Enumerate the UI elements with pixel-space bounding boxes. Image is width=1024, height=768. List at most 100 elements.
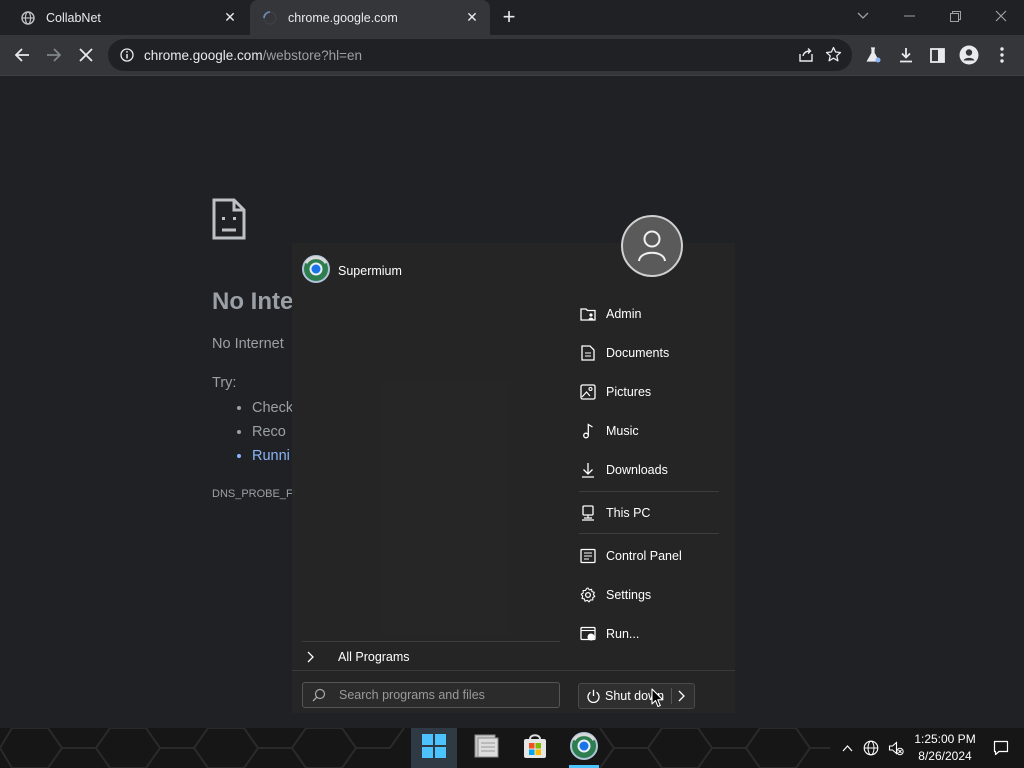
- start-item-label: Run...: [606, 627, 640, 641]
- try-label: Try:: [212, 375, 237, 391]
- forward-button[interactable]: [39, 40, 69, 70]
- program-search-box[interactable]: [302, 682, 560, 708]
- more-menu-icon[interactable]: [987, 40, 1017, 70]
- profile-icon[interactable]: [954, 40, 984, 70]
- all-programs-label: All Programs: [338, 650, 410, 664]
- search-icon: [307, 688, 331, 702]
- close-tab-icon[interactable]: ✕: [462, 8, 482, 28]
- document-icon: [579, 344, 597, 362]
- start-item-label: This PC: [606, 506, 651, 520]
- gear-icon: [579, 586, 597, 604]
- user-folder-icon: [579, 305, 597, 323]
- show-hidden-icons-chevron-icon[interactable]: [838, 728, 856, 768]
- clock-date: 8/26/2024: [918, 749, 972, 763]
- picture-icon: [579, 383, 597, 401]
- stop-loading-button[interactable]: [71, 40, 101, 70]
- power-icon: [581, 689, 605, 704]
- clock-time: 1:25:00 PM: [914, 732, 976, 746]
- menu-divider: [579, 491, 719, 492]
- run-icon: [579, 625, 597, 643]
- volume-muted-icon[interactable]: [885, 728, 907, 768]
- windows-logo-icon: [421, 733, 447, 764]
- labs-flask-icon[interactable]: [858, 40, 888, 70]
- notification-center-icon[interactable]: [989, 728, 1013, 768]
- start-item-label: Documents: [606, 346, 670, 360]
- start-item-music[interactable]: Music: [579, 418, 639, 444]
- address-bar[interactable]: chrome.google.com/webstore?hl=en: [108, 39, 852, 71]
- start-menu: Supermium Admin Documents Pictures Music…: [292, 215, 735, 713]
- start-item-run[interactable]: Run...: [579, 621, 639, 647]
- tab-chrome-google[interactable]: chrome.google.com ✕: [250, 0, 490, 35]
- suggestion-link[interactable]: Runni: [252, 444, 293, 468]
- chevron-right-icon[interactable]: [678, 690, 685, 702]
- suggestion-list: Check Reco Runni: [212, 396, 293, 468]
- supermium-logo-icon: [570, 731, 598, 765]
- url-text: chrome.google.com/webstore?hl=en: [144, 48, 362, 63]
- restore-button[interactable]: [932, 0, 978, 32]
- start-item-admin[interactable]: Admin: [579, 301, 641, 327]
- suggestion-item: Reco: [252, 420, 293, 444]
- control-panel-icon: [579, 547, 597, 565]
- share-icon[interactable]: [798, 47, 814, 68]
- start-item-settings[interactable]: Settings: [579, 582, 651, 608]
- start-item-documents[interactable]: Documents: [579, 340, 669, 366]
- error-title: No Inte: [212, 288, 294, 315]
- all-programs-button[interactable]: All Programs: [302, 646, 410, 668]
- new-tab-button[interactable]: +: [498, 6, 520, 28]
- supermium-logo-icon: [302, 255, 330, 286]
- taskbar-file-explorer[interactable]: [463, 728, 509, 768]
- start-item-label: Control Panel: [606, 549, 682, 563]
- close-window-button[interactable]: [978, 0, 1024, 32]
- chevron-right-icon: [302, 651, 318, 663]
- shutdown-separator: [671, 688, 672, 704]
- menu-divider: [292, 670, 735, 671]
- start-item-this-pc[interactable]: This PC: [579, 500, 650, 526]
- music-note-icon: [579, 422, 597, 440]
- pinned-app-supermium[interactable]: Supermium: [302, 255, 402, 286]
- computer-icon: [579, 504, 597, 522]
- system-clock[interactable]: 1:25:00 PM 8/26/2024: [907, 731, 983, 765]
- error-subtitle: No Internet: [212, 336, 284, 352]
- start-item-label: Music: [606, 424, 639, 438]
- start-item-pictures[interactable]: Pictures: [579, 379, 651, 405]
- browser-toolbar: chrome.google.com/webstore?hl=en: [0, 35, 1024, 76]
- suggestion-item: Check: [252, 396, 293, 420]
- sad-document-icon: [212, 198, 246, 245]
- url-host: chrome.google.com: [144, 47, 263, 63]
- mouse-cursor-icon: [651, 688, 664, 713]
- start-button[interactable]: [411, 728, 457, 768]
- back-button[interactable]: [7, 40, 37, 70]
- pinned-app-label: Supermium: [338, 263, 402, 278]
- start-item-label: Admin: [606, 307, 642, 321]
- bookmark-star-icon[interactable]: [825, 46, 842, 68]
- taskbar: 1:25:00 PM 8/26/2024: [0, 728, 1024, 768]
- search-input[interactable]: [337, 687, 551, 703]
- minimize-button[interactable]: [886, 0, 932, 32]
- download-icon[interactable]: [891, 40, 921, 70]
- menu-divider: [579, 533, 719, 534]
- tab-search-chevron-icon[interactable]: [840, 0, 886, 32]
- tab-collabnet[interactable]: CollabNet ✕: [8, 0, 248, 35]
- side-panel-icon[interactable]: [922, 40, 952, 70]
- site-info-icon[interactable]: [118, 46, 136, 64]
- store-bag-icon: [521, 732, 549, 765]
- tab-title: chrome.google.com: [288, 10, 398, 25]
- error-code: DNS_PROBE_FI: [212, 488, 296, 500]
- user-avatar[interactable]: [621, 215, 683, 277]
- start-item-label: Settings: [606, 588, 652, 602]
- taskbar-store[interactable]: [512, 728, 558, 768]
- tab-title: CollabNet: [46, 10, 101, 25]
- menu-divider: [302, 641, 560, 642]
- url-path: /webstore?hl=en: [262, 47, 363, 63]
- shutdown-button[interactable]: Shut down: [578, 683, 695, 709]
- loading-spinner-icon: [262, 10, 278, 26]
- start-item-control-panel[interactable]: Control Panel: [579, 543, 682, 569]
- tab-strip: CollabNet ✕ chrome.google.com ✕ +: [0, 0, 1024, 35]
- language-globe-icon[interactable]: [860, 728, 882, 768]
- file-cabinet-icon: [472, 733, 500, 764]
- start-item-downloads[interactable]: Downloads: [579, 457, 668, 483]
- start-item-label: Downloads: [606, 463, 668, 477]
- close-tab-icon[interactable]: ✕: [220, 8, 240, 28]
- download-icon: [579, 461, 597, 479]
- taskbar-supermium[interactable]: [561, 728, 607, 768]
